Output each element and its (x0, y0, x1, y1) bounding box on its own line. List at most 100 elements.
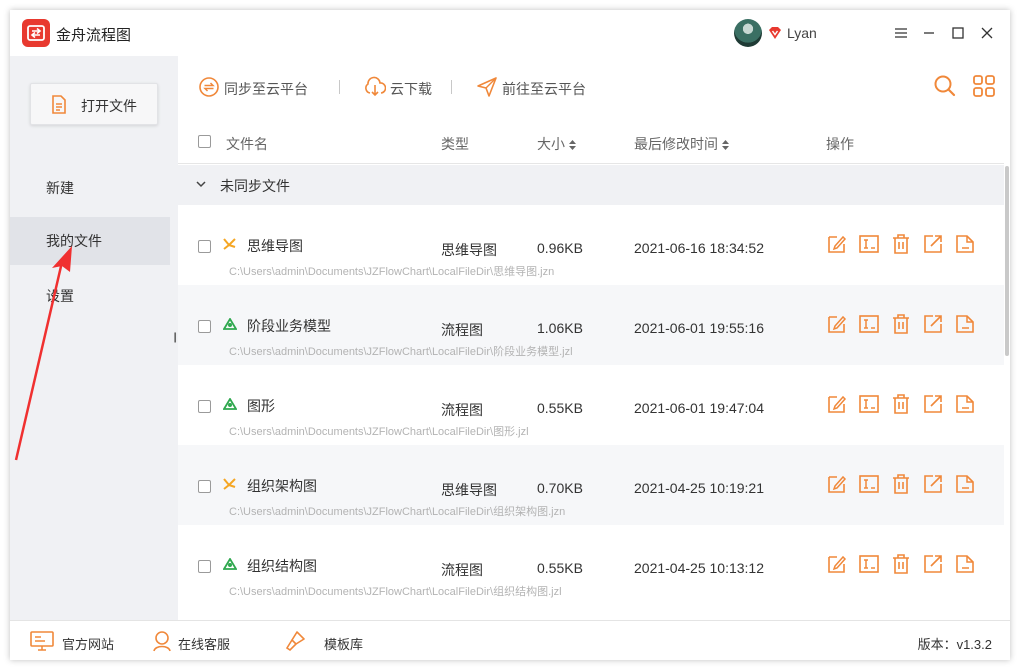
file-type: 流程图 (441, 562, 483, 578)
row-checkbox[interactable] (198, 560, 211, 573)
online-support-label: 在线客服 (178, 637, 231, 652)
open-file-label: 打开文件 (81, 98, 137, 114)
file-name[interactable]: 阶段业务模型 (247, 316, 331, 336)
file-name[interactable]: 思维导图 (247, 236, 303, 256)
file-path: C:\Users\admin\Documents\JZFlowChart\Loc… (229, 266, 555, 278)
group-header[interactable]: 未同步文件 (178, 165, 1004, 205)
file-type: 流程图 (441, 402, 483, 418)
rename-icon[interactable] (858, 473, 880, 495)
row-checkbox[interactable] (198, 320, 211, 333)
row-checkbox[interactable] (198, 240, 211, 253)
row-checkbox[interactable] (198, 480, 211, 493)
username[interactable]: Lyan (787, 25, 817, 41)
edit-icon[interactable] (826, 393, 848, 415)
file-size: 0.55KB (537, 560, 583, 576)
sync-to-cloud-button[interactable]: 同步至云平台 (198, 76, 318, 98)
maximize-icon[interactable] (947, 22, 969, 44)
toolbar-divider (339, 80, 340, 94)
save-as-icon[interactable] (954, 233, 976, 255)
edit-icon[interactable] (826, 233, 848, 255)
goto-cloud-button[interactable]: 前往至云平台 (476, 76, 606, 98)
support-icon (153, 631, 171, 652)
table-row[interactable]: 图形 流程图 0.55KB 2021-06-01 19:47:04 C:\Users\a… (178, 365, 1004, 445)
save-as-icon[interactable] (954, 553, 976, 575)
file-type: 流程图 (441, 322, 483, 338)
sidebar-item-settings[interactable]: 设置 (10, 272, 170, 320)
open-file-button[interactable]: 打开文件 (30, 83, 158, 125)
column-modified[interactable]: 最后修改时间 (634, 134, 730, 154)
grid-view-icon[interactable] (972, 74, 996, 98)
template-library-link[interactable]: 模板库 (284, 630, 364, 652)
column-size-label: 大小 (537, 136, 565, 152)
scrollbar-thumb[interactable] (1005, 166, 1009, 356)
cloud-download-button[interactable]: 云下载 (364, 76, 444, 98)
save-as-icon[interactable] (954, 393, 976, 415)
export-icon[interactable] (922, 393, 944, 415)
official-website-link[interactable]: 官方网站 (30, 630, 120, 652)
edit-icon[interactable] (826, 313, 848, 335)
send-icon (477, 77, 497, 97)
delete-icon[interactable] (890, 233, 912, 255)
table-row[interactable]: 组织架构图 思维导图 0.70KB 2021-04-25 10:19:21 C:\Use… (178, 445, 1004, 525)
file-name[interactable]: 组织架构图 (247, 476, 317, 496)
close-icon[interactable] (976, 22, 998, 44)
table-row[interactable]: 组织结构图 流程图 0.55KB 2021-04-25 10:13:12 C:\User… (178, 525, 1004, 605)
column-modified-label: 最后修改时间 (634, 136, 718, 152)
edit-icon[interactable] (826, 473, 848, 495)
app-logo-icon (22, 19, 50, 47)
edit-icon[interactable] (826, 553, 848, 575)
toolbar: 同步至云平台 云下载 前往至云平台 (178, 56, 1010, 118)
export-icon[interactable] (922, 233, 944, 255)
sync-icon (199, 77, 219, 97)
delete-icon[interactable] (890, 553, 912, 575)
monitor-icon (30, 631, 54, 651)
online-support-link[interactable]: 在线客服 (152, 630, 232, 652)
sort-icon (569, 140, 576, 151)
flowchart-file-icon (223, 558, 237, 570)
sidebar-item-my-files[interactable]: 我的文件 (10, 217, 170, 265)
sort-icon (722, 140, 729, 151)
file-name[interactable]: 图形 (247, 396, 275, 416)
footer: 官方网站 在线客服 模板库 版本：v1.3.2 (10, 620, 1010, 660)
rename-icon[interactable] (858, 313, 880, 335)
select-all-checkbox[interactable] (198, 135, 211, 148)
group-label: 未同步文件 (220, 178, 290, 194)
table-row[interactable]: 思维导图 思维导图 0.96KB 2021-06-16 18:34:52 C:\User… (178, 205, 1004, 285)
file-size: 0.70KB (537, 480, 583, 496)
column-size[interactable]: 大小 (537, 134, 577, 154)
rename-icon[interactable] (858, 553, 880, 575)
chevron-down-icon (196, 181, 206, 188)
rename-icon[interactable] (858, 233, 880, 255)
export-icon[interactable] (922, 553, 944, 575)
sidebar-item-new[interactable]: 新建 (10, 164, 170, 212)
file-modified-time: 2021-04-25 10:19:21 (634, 480, 764, 496)
rename-icon[interactable] (858, 393, 880, 415)
delete-icon[interactable] (890, 473, 912, 495)
save-as-icon[interactable] (954, 313, 976, 335)
search-icon[interactable] (933, 74, 957, 98)
file-name[interactable]: 组织结构图 (247, 556, 317, 576)
version-text: 版本：v1.3.2 (917, 637, 992, 652)
template-library-label: 模板库 (324, 637, 364, 652)
file-modified-time: 2021-06-01 19:47:04 (634, 400, 764, 416)
delete-icon[interactable] (890, 313, 912, 335)
export-icon[interactable] (922, 313, 944, 335)
sidebar: 打开文件 新建 我的文件 设置 (10, 56, 170, 620)
minimize-icon[interactable] (918, 22, 940, 44)
app-window: 金舟流程图 Lyan 打开文件 新建 我的文件 设置 ❙ 同步至云平台 云下载 … (10, 10, 1010, 660)
row-checkbox[interactable] (198, 400, 211, 413)
flowchart-file-icon (223, 398, 237, 410)
export-icon[interactable] (922, 473, 944, 495)
avatar[interactable] (734, 19, 762, 47)
save-as-icon[interactable] (954, 473, 976, 495)
sync-label: 同步至云平台 (224, 81, 308, 97)
app-title: 金舟流程图 (56, 27, 132, 44)
table-row[interactable]: 阶段业务模型 流程图 1.06KB 2021-06-01 19:55:16 C:\Use… (178, 285, 1004, 365)
menu-icon[interactable] (890, 22, 912, 44)
delete-icon[interactable] (890, 393, 912, 415)
vip-icon (769, 27, 781, 39)
title-bar: 金舟流程图 Lyan (10, 10, 1010, 56)
brush-icon (285, 631, 305, 652)
column-type: 类型 (441, 136, 469, 152)
cloud-download-label: 云下载 (390, 81, 432, 97)
